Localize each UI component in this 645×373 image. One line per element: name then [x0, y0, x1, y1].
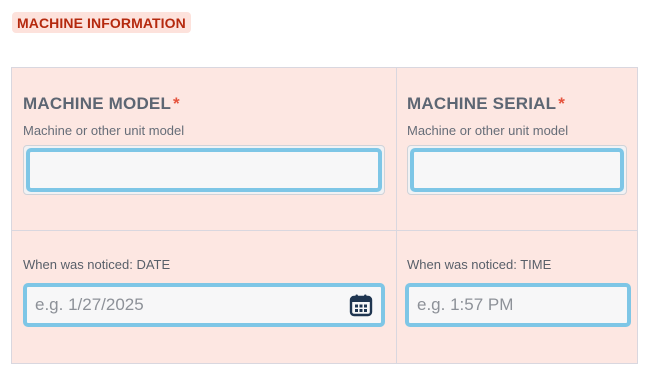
- section-title: MACHINE INFORMATION: [17, 14, 186, 31]
- noticed-time-input-wrapper: e.g. 1:57 PM: [405, 283, 631, 327]
- machine-serial-input[interactable]: [410, 148, 624, 192]
- noticed-time-input[interactable]: e.g. 1:57 PM: [405, 283, 631, 327]
- noticed-date-input[interactable]: e.g. 1/27/2025: [23, 283, 385, 327]
- machine-serial-label: MACHINE SERIAL *: [407, 94, 627, 116]
- page: MACHINE INFORMATION MACHINE MODEL * Mach…: [0, 0, 645, 373]
- required-marker: *: [558, 94, 566, 113]
- machine-info-form: MACHINE MODEL * Machine or other unit mo…: [11, 67, 638, 364]
- noticed-date-placeholder: e.g. 1/27/2025: [35, 295, 144, 314]
- machine-model-label-text: MACHINE MODEL: [23, 94, 172, 113]
- noticed-time-cell: When was noticed: TIME e.g. 1:57 PM: [405, 257, 631, 327]
- machine-model-hint: Machine or other unit model: [23, 123, 185, 138]
- calendar-icon[interactable]: [349, 293, 373, 317]
- noticed-date-label: When was noticed: DATE: [23, 257, 171, 272]
- machine-serial-input-wrapper: [407, 145, 627, 195]
- machine-model-input-wrapper: [23, 145, 385, 195]
- noticed-time-label: When was noticed: TIME: [407, 257, 552, 272]
- machine-serial-label-text: MACHINE SERIAL: [407, 94, 557, 113]
- machine-serial-cell: MACHINE SERIAL * Machine or other unit m…: [407, 94, 627, 195]
- noticed-time-placeholder: e.g. 1:57 PM: [417, 295, 514, 314]
- column-divider: [396, 68, 397, 363]
- noticed-date-input-wrapper: e.g. 1/27/2025: [23, 283, 385, 327]
- required-marker: *: [173, 94, 180, 113]
- noticed-date-cell: When was noticed: DATE e.g. 1/27/2025: [23, 257, 385, 327]
- machine-model-cell: MACHINE MODEL * Machine or other unit mo…: [23, 94, 385, 195]
- row-divider: [12, 230, 637, 231]
- machine-serial-hint: Machine or other unit model: [407, 123, 569, 138]
- section-badge: MACHINE INFORMATION: [12, 12, 191, 33]
- machine-model-input[interactable]: [26, 148, 382, 192]
- machine-model-label: MACHINE MODEL *: [23, 94, 385, 116]
